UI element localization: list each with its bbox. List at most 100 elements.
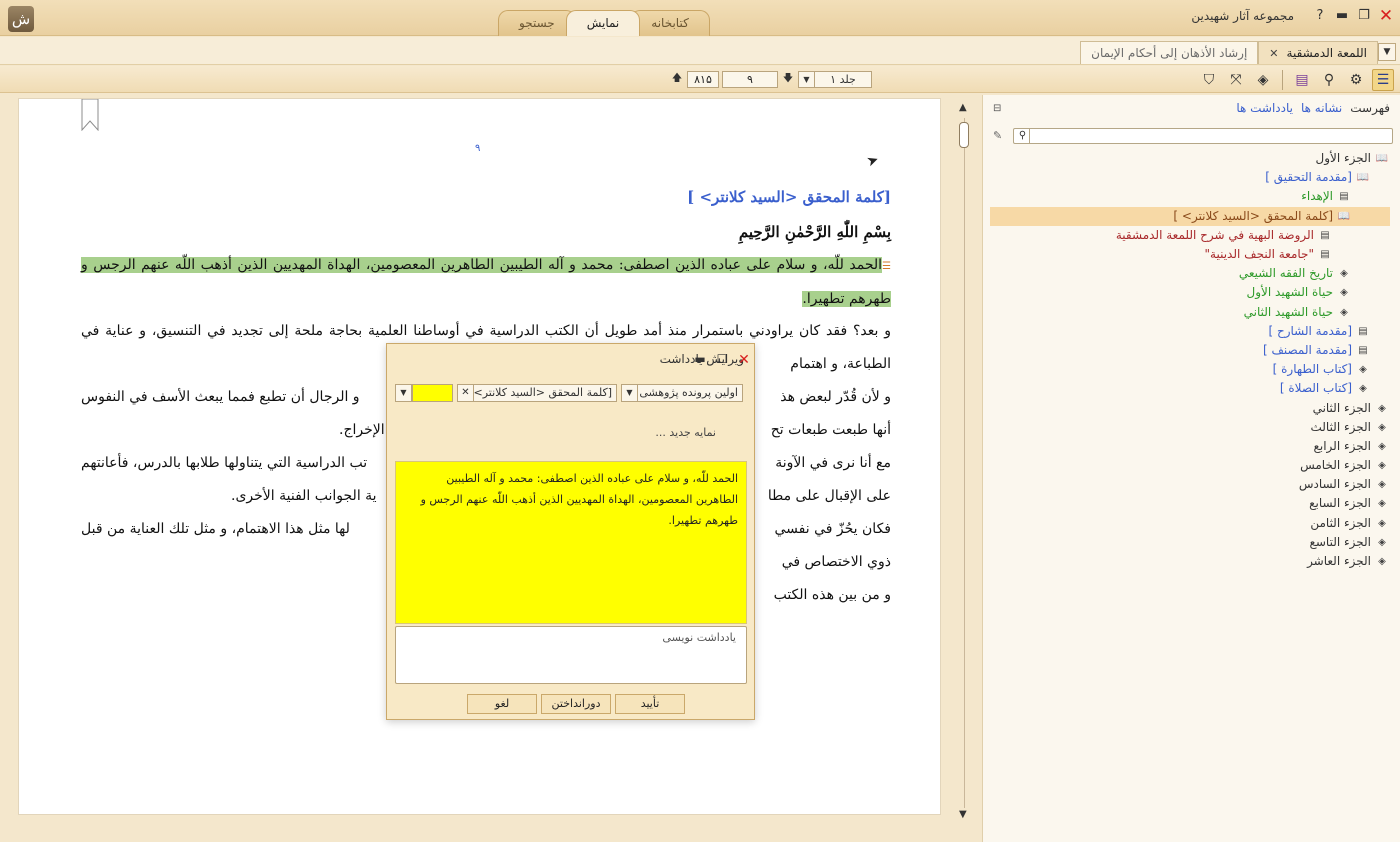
tree-item[interactable]: ◈ الجزء الثالث bbox=[990, 418, 1390, 437]
tree-item[interactable]: ◈ [كتاب الصلاة ] bbox=[990, 379, 1390, 398]
list-icon[interactable]: ☰ bbox=[1372, 68, 1394, 91]
minimize-icon[interactable]: ▬ bbox=[1334, 6, 1350, 26]
tree-item[interactable]: ▤ الروضة البهية في شرح اللمعة الدمشقية bbox=[990, 226, 1390, 245]
close-tab-icon[interactable]: ✕ bbox=[1269, 43, 1278, 64]
page-navigation: 🡅 ۸۱۵ ۹ 🡇 ▼ جلد ۱ bbox=[670, 69, 872, 89]
reader-scrollbar[interactable]: ▲ ▼ bbox=[955, 98, 975, 822]
tree-item[interactable]: 📖 [مقدمة التحقيق ] bbox=[990, 168, 1390, 187]
closed-book-icon: ◈ bbox=[1340, 268, 1348, 280]
tree-item[interactable]: ◈ حياة الشهيد الثاني bbox=[990, 303, 1390, 322]
closed-book-icon: ◈ bbox=[1378, 556, 1386, 568]
scroll-thumb[interactable] bbox=[959, 122, 969, 148]
tree-item-label: حياة الشهيد الأول bbox=[1246, 285, 1333, 300]
new-index-link[interactable]: نمايه جديد ... bbox=[655, 426, 716, 439]
tree-item[interactable]: ▤ [مقدمة الشارح ] bbox=[990, 322, 1390, 341]
tree-item[interactable]: ◈ الجزء الثامن bbox=[990, 514, 1390, 533]
project-select[interactable]: ▼ اولين پرونده پژوهشی bbox=[621, 384, 743, 402]
toolbar: 🡅 ۸۱۵ ۹ 🡇 ▼ جلد ۱ ⛉ ⤧ ◈ ▤ ⚲ ⚙ ☰ bbox=[0, 66, 1400, 93]
notes-icon[interactable]: ▤ bbox=[1291, 69, 1313, 91]
current-page-input[interactable]: ۹ bbox=[722, 70, 778, 88]
search-icon[interactable]: ⚲ bbox=[1016, 129, 1030, 143]
tree-item[interactable]: ▤ الإهداء bbox=[990, 187, 1390, 206]
color-select[interactable]: ▼ bbox=[395, 384, 453, 402]
chevron-down-icon: ▼ bbox=[622, 385, 638, 401]
restore-icon[interactable]: ❐ bbox=[1356, 6, 1372, 26]
tree-item-label: الروضة البهية في شرح اللمعة الدمشقية bbox=[1115, 227, 1314, 242]
tree-item-label: الإهداء bbox=[1301, 189, 1333, 204]
maximize-icon[interactable]: ☐ bbox=[715, 352, 729, 368]
closed-book-icon: ◈ bbox=[1378, 517, 1386, 529]
side-panel: ⊟ فهرست نشانه ها يادداشت ها ✎ ⚲ 📖 الجزء ا… bbox=[982, 95, 1400, 842]
minimize-icon[interactable]: ▬ bbox=[693, 352, 707, 368]
scroll-track[interactable] bbox=[964, 118, 965, 808]
confirm-button[interactable]: تأييد bbox=[615, 694, 685, 714]
tree-item[interactable]: ◈ تاريخ الفقه الشيعي bbox=[990, 264, 1390, 283]
tab-notes[interactable]: يادداشت ها bbox=[1236, 101, 1293, 115]
panel-toggle-icon[interactable]: ⊟ bbox=[993, 103, 1001, 114]
tree-item[interactable]: ◈ الجزء التاسع bbox=[990, 533, 1390, 552]
closed-book-icon: ◈ bbox=[1378, 402, 1386, 414]
tree-item[interactable]: ◈ الجزء العاشر bbox=[990, 552, 1390, 571]
paragraph-fragment: فكان يحُزّ في نفسي bbox=[774, 521, 891, 537]
doc-tab-irshad[interactable]: إرشاد الأذهان إلى أحكام الإيمان bbox=[1080, 41, 1259, 64]
close-icon[interactable]: ✕ bbox=[1378, 6, 1394, 26]
search-icon[interactable]: ⚲ bbox=[1318, 69, 1340, 91]
side-panel-tabs: فهرست نشانه ها يادداشت ها bbox=[1236, 101, 1390, 115]
closed-book-icon: ◈ bbox=[1378, 460, 1386, 472]
tree-item[interactable]: ◈ الجزء الرابع bbox=[990, 437, 1390, 456]
dialog-selectors: ▼ ✕ [كلمة المحقق <السيد كلانتر> ] ▼ اولي… bbox=[395, 384, 747, 402]
tree-item[interactable]: ◈ [كتاب الطهارة ] bbox=[990, 360, 1390, 379]
tab-bookmarks[interactable]: نشانه ها bbox=[1301, 101, 1342, 115]
fullscreen-icon[interactable]: ⤧ bbox=[1225, 69, 1247, 91]
page-icon: ▤ bbox=[1358, 344, 1368, 356]
note-marker-icon[interactable]: ☰ bbox=[882, 261, 891, 272]
tab-library[interactable]: کتابخانه bbox=[630, 10, 710, 36]
tab-search[interactable]: جستجو bbox=[498, 10, 576, 36]
layers-icon[interactable]: ◈ bbox=[1252, 69, 1274, 91]
tree-item[interactable]: ◈ الجزء السادس bbox=[990, 475, 1390, 494]
tree-item[interactable]: ▤ [مقدمة المصنف ] bbox=[990, 341, 1390, 360]
quoted-text: الحمد للّه، و سلام على عباده الذين اصطفى… bbox=[395, 461, 747, 624]
page-up-icon[interactable]: 🡅 bbox=[670, 71, 684, 88]
tree-item[interactable]: ◈ الجزء الخامس bbox=[990, 456, 1390, 475]
close-icon[interactable]: ✕ bbox=[737, 352, 751, 368]
tabs-dropdown-button[interactable]: ▼ bbox=[1378, 43, 1396, 61]
section-select[interactable]: ✕ [كلمة المحقق <السيد كلانتر> ] bbox=[457, 384, 617, 402]
volume-value: جلد ۱ bbox=[830, 72, 856, 86]
cancel-button[interactable]: لغو bbox=[467, 694, 537, 714]
tree-item[interactable]: ◈ الجزء الثاني bbox=[990, 398, 1390, 417]
toolbar-separator bbox=[1282, 69, 1283, 90]
page-icon: ▤ bbox=[1339, 191, 1349, 203]
tree-item-label: الجزء الثامن bbox=[1310, 515, 1371, 530]
highlighted-paragraph[interactable]: ☰الحمد للّه، و سلام على عباده الذين اصطف… bbox=[81, 249, 891, 316]
index-search-input[interactable]: ⚲ bbox=[1013, 128, 1393, 144]
tree-item[interactable]: ▤ "جامعة النجف الدينية" bbox=[990, 245, 1390, 264]
paragraph-fragment: على الإقبال على مطا bbox=[767, 488, 891, 504]
tab-index[interactable]: فهرست bbox=[1350, 101, 1390, 115]
tree-item[interactable]: 📖 [كلمة المحقق <السيد كلانتر> ] bbox=[990, 206, 1390, 226]
open-book-icon: 📖 bbox=[1337, 210, 1351, 222]
gear-icon[interactable]: ⚙ bbox=[1345, 69, 1367, 91]
scroll-up-icon[interactable]: ▲ bbox=[959, 102, 967, 113]
help-icon[interactable]: ? bbox=[1312, 6, 1328, 26]
wrench-icon[interactable]: ✎ bbox=[993, 129, 1002, 142]
edit-note-dialog: ويرايش يادداشت ▬ ☐ ✕ ▼ ✕ [كلمة المحقق <ا… bbox=[386, 343, 755, 720]
scroll-down-icon[interactable]: ▼ bbox=[959, 809, 967, 820]
volume-select[interactable]: ▼ جلد ۱ bbox=[798, 70, 872, 88]
tree-item[interactable]: ◈ حياة الشهيد الأول bbox=[990, 283, 1390, 302]
open-book-icon: 📖 bbox=[1356, 172, 1370, 184]
doc-tab-lumaa[interactable]: اللمعة الدمشقية ✕ bbox=[1258, 41, 1378, 64]
bookmark-icon[interactable]: ⛉ bbox=[1198, 69, 1220, 91]
paragraph-fragment: و الرجال أن تطبع فمما يبعث الأسف في النف… bbox=[81, 389, 360, 405]
dialog-controls: ▬ ☐ ✕ bbox=[693, 352, 751, 368]
closed-book-icon: ◈ bbox=[1378, 536, 1386, 548]
bookmark-ribbon-icon[interactable] bbox=[81, 99, 99, 131]
clear-icon[interactable]: ✕ bbox=[458, 385, 474, 401]
discard-button[interactable]: دورانداختن bbox=[541, 694, 611, 714]
tab-display[interactable]: نمایش bbox=[565, 10, 641, 36]
tree-item-label: الجزء التاسع bbox=[1309, 534, 1371, 549]
note-input[interactable]: يادداشت نويسی bbox=[395, 626, 747, 684]
tree-item[interactable]: 📖 الجزء الأول bbox=[990, 149, 1390, 168]
tree-item[interactable]: ◈ الجزء السابع bbox=[990, 494, 1390, 513]
page-down-icon[interactable]: 🡇 bbox=[781, 71, 795, 88]
